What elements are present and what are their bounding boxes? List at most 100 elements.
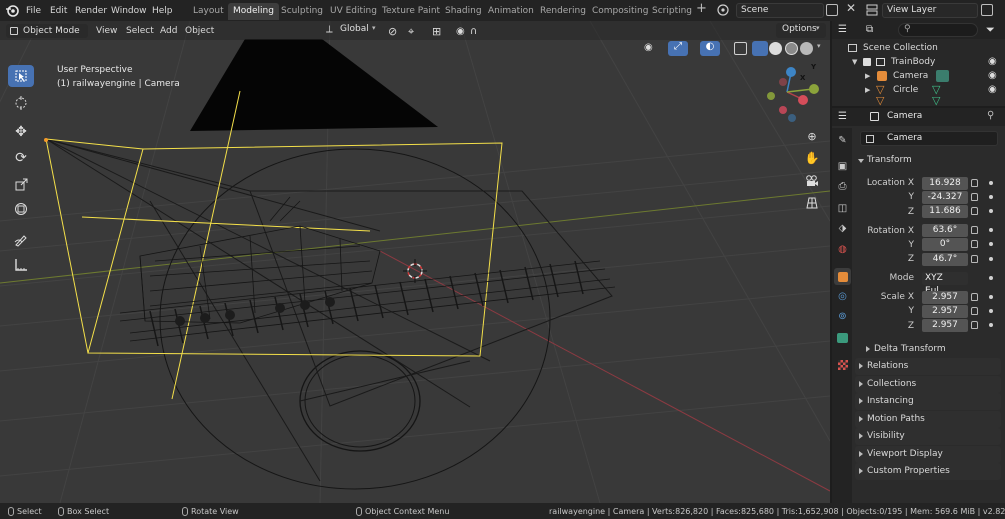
location-y-lock-icon[interactable] — [971, 193, 978, 201]
circle-visibility-eye-icon[interactable]: ◉ — [988, 83, 997, 97]
pivot-point-icon[interactable]: ⊘ — [388, 24, 397, 39]
tab-scene[interactable]: ⬗ — [834, 220, 851, 237]
tab-texture-paint[interactable]: Texture Paint — [377, 3, 445, 20]
datablock-selector[interactable]: Camera — [860, 131, 998, 146]
zoom-button[interactable]: ⊕ — [802, 126, 822, 146]
rotation-y-keyframe-icon[interactable] — [989, 242, 993, 246]
transform-tool-button[interactable] — [8, 198, 34, 220]
rendered-shading-icon[interactable] — [800, 42, 813, 55]
viewport-menu-view[interactable]: View — [96, 24, 117, 39]
expand-arrow-icon[interactable]: ▼ — [852, 55, 857, 69]
outliner-search-input[interactable]: ⚲ — [898, 23, 978, 37]
tab-rendering[interactable]: Rendering — [535, 3, 591, 20]
tab-layout[interactable]: Layout — [188, 3, 229, 20]
snap-target-icon[interactable]: ⊞ — [432, 24, 441, 39]
outliner-scene-collection[interactable]: Scene Collection — [832, 41, 1005, 55]
location-z-lock-icon[interactable] — [971, 207, 978, 215]
rotation-y-field[interactable]: 0° — [922, 238, 968, 251]
rotation-x-field[interactable]: 63.6° — [922, 224, 968, 237]
viewport-menu-object[interactable]: Object — [185, 24, 214, 39]
xray-toggle-icon[interactable] — [734, 42, 747, 55]
navigation-gizmo[interactable] — [767, 67, 819, 122]
solid-shading-icon[interactable] — [769, 42, 782, 55]
rotation-z-field[interactable]: 46.7° — [922, 253, 968, 266]
blender-logo-icon[interactable] — [5, 3, 20, 18]
scale-y-field[interactable]: 2.957 — [922, 305, 968, 318]
rotation-mode-keyframe-icon[interactable] — [989, 276, 993, 280]
tab-object-data[interactable] — [834, 329, 851, 346]
location-y-field[interactable]: -24.327 — [922, 191, 968, 204]
transform-panel-header[interactable]: Transform — [855, 152, 1001, 169]
outliner-item-partial[interactable]: ▽ ▽ — [832, 97, 1005, 106]
scene-selector-icon[interactable] — [716, 3, 730, 17]
menu-edit[interactable]: Edit — [50, 4, 67, 18]
tab-compositing[interactable]: Compositing — [587, 3, 653, 20]
location-z-field[interactable]: 11.686 — [922, 205, 968, 218]
overlay-toggle-icon[interactable]: ◐ — [700, 41, 720, 56]
shading-options-chevron-icon[interactable]: ▾ — [817, 42, 821, 50]
trainbody-visibility-eye-icon[interactable]: ◉ — [988, 55, 997, 69]
scale-y-keyframe-icon[interactable] — [989, 309, 993, 313]
scene-name-field[interactable]: Scene — [736, 3, 824, 18]
tab-shading[interactable]: Shading — [440, 3, 487, 20]
panel-collections[interactable]: Collections — [855, 376, 1001, 393]
material-shading-icon[interactable] — [785, 42, 798, 55]
rotation-x-lock-icon[interactable] — [971, 226, 978, 234]
panel-relations[interactable]: Relations — [855, 358, 1001, 375]
tab-scripting[interactable]: Scripting — [647, 3, 697, 20]
menu-file[interactable]: File — [26, 4, 41, 18]
snap-icon[interactable]: ⌖ — [408, 24, 414, 39]
tab-animation[interactable]: Animation — [483, 3, 539, 20]
tab-uv-editing[interactable]: UV Editing — [325, 3, 382, 20]
tab-constraints[interactable]: ⊚ — [834, 308, 851, 325]
editor-type-icon[interactable]: ☰ — [838, 24, 847, 35]
scale-z-keyframe-icon[interactable] — [989, 323, 993, 327]
tab-modeling[interactable]: Modeling — [228, 3, 279, 20]
tab-render[interactable]: ▣ — [834, 158, 851, 175]
camera-visibility-eye-icon[interactable]: ◉ — [988, 69, 997, 83]
include-checkbox[interactable] — [863, 58, 871, 66]
filter-icon[interactable]: ⏷ — [986, 23, 995, 37]
scale-z-field[interactable]: 2.957 — [922, 319, 968, 332]
scale-x-lock-icon[interactable] — [971, 293, 978, 301]
rotation-z-lock-icon[interactable] — [971, 255, 978, 263]
location-y-keyframe-icon[interactable] — [989, 195, 993, 199]
close-scene-icon[interactable]: ✕ — [846, 1, 856, 15]
properties-editor-icon[interactable]: ☰ — [838, 111, 847, 122]
visibility-icon[interactable]: ◉ — [644, 42, 662, 56]
wireframe-shading-icon[interactable] — [752, 41, 768, 56]
scale-x-field[interactable]: 2.957 — [922, 291, 968, 304]
view-layer-field[interactable]: View Layer — [882, 3, 978, 18]
display-mode-icon[interactable]: ⧉ — [866, 24, 873, 35]
annotate-tool-button[interactable] — [8, 229, 34, 251]
scale-z-lock-icon[interactable] — [971, 321, 978, 329]
viewport-menu-select[interactable]: Select — [126, 24, 154, 39]
menu-render[interactable]: Render — [75, 4, 107, 18]
options-dropdown[interactable]: Options ▾ — [776, 23, 826, 38]
tab-tool[interactable]: ✎ — [834, 132, 851, 149]
rotation-x-keyframe-icon[interactable] — [989, 228, 993, 232]
location-z-keyframe-icon[interactable] — [989, 209, 993, 213]
perspective-toggle-button[interactable] — [802, 193, 822, 213]
camera-origin-point[interactable] — [44, 138, 48, 142]
panel-instancing[interactable]: Instancing — [855, 393, 1001, 410]
expand-arrow-icon[interactable]: ▶ — [865, 69, 870, 83]
falloff-icon[interactable]: ∩ — [470, 24, 477, 39]
delta-transform-subpanel[interactable]: Delta Transform — [862, 341, 998, 358]
copy-view-layer-icon[interactable] — [981, 4, 993, 16]
cursor-tool-button[interactable] — [8, 92, 34, 114]
add-workspace-icon[interactable]: + — [696, 2, 707, 16]
pan-button[interactable]: ✋ — [802, 148, 822, 168]
object-mode-dropdown[interactable]: Object Mode — [6, 24, 88, 38]
rotation-y-lock-icon[interactable] — [971, 240, 978, 248]
pin-icon[interactable]: ⚲ — [987, 110, 994, 121]
copy-scene-icon[interactable] — [826, 4, 838, 16]
rotation-z-keyframe-icon[interactable] — [989, 257, 993, 261]
panel-custom-properties[interactable]: Custom Properties — [855, 463, 1001, 480]
location-x-lock-icon[interactable] — [971, 179, 978, 187]
tab-texture[interactable] — [834, 356, 851, 373]
outliner-item-circle[interactable]: ▶ ▽ Circle ▽ ◉ — [832, 83, 1005, 97]
expand-arrow-icon[interactable]: ▶ — [865, 83, 870, 97]
tab-output[interactable]: ⎙ — [834, 178, 851, 195]
panel-viewport-display[interactable]: Viewport Display — [855, 446, 1001, 463]
